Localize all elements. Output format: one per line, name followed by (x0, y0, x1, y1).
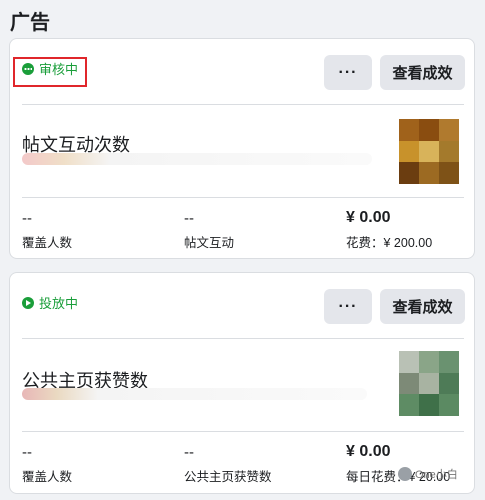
stat-value: ¥ 0.00 (346, 443, 391, 460)
stat-value: -- (22, 444, 32, 461)
status-badge: 投放中 (22, 293, 78, 312)
stat-label: 覆盖人数 (22, 470, 73, 484)
divider (22, 338, 464, 339)
wechat-icon (398, 467, 412, 481)
blurred-text (22, 388, 367, 400)
stat-label: 覆盖人数 (22, 236, 73, 250)
stat-label: 帖文互动 (184, 236, 235, 250)
ad-thumbnail (399, 119, 459, 184)
more-options-button[interactable]: ··· (324, 55, 372, 90)
divider (22, 197, 464, 198)
stat-value: -- (184, 210, 194, 227)
watermark-text: One小白 (415, 469, 458, 481)
status-label: 审核中 (39, 62, 79, 77)
stat-label: 公共主页获赞数 (184, 470, 272, 484)
stat-value: ¥ 0.00 (346, 209, 391, 226)
stat-label: 花费：¥ 200.00 (346, 236, 433, 250)
in-review-icon (22, 62, 34, 75)
status-badge: 审核中 (22, 59, 78, 78)
stat-value: -- (184, 444, 194, 461)
ad-thumbnail (399, 351, 459, 416)
watermark: One小白 (398, 466, 458, 482)
stat-value: -- (22, 210, 32, 227)
view-results-button[interactable]: 查看成效 (380, 289, 465, 324)
stat-page-likes: -- 公共主页获赞数 (184, 444, 272, 485)
status-label: 投放中 (39, 296, 79, 311)
ad-card: 投放中 ··· 查看成效 公共主页获赞数 -- 覆盖人数 -- 公共主页获赞数 … (9, 272, 475, 494)
ad-card: 审核中 ··· 查看成效 帖文互动次数 -- 覆盖人数 -- 帖文互动 ¥ 0.… (9, 38, 475, 259)
stat-reach: -- 覆盖人数 (22, 444, 72, 485)
view-results-button[interactable]: 查看成效 (380, 55, 465, 90)
divider (22, 431, 464, 432)
stat-spend: ¥ 0.00 花费：¥ 200.00 (346, 209, 432, 251)
stat-engagement: -- 帖文互动 (184, 210, 234, 251)
play-icon (22, 296, 34, 309)
section-title: 广告 (10, 12, 50, 34)
stat-reach: -- 覆盖人数 (22, 210, 72, 251)
divider (22, 104, 464, 105)
blurred-text (22, 153, 372, 165)
more-options-button[interactable]: ··· (324, 289, 372, 324)
